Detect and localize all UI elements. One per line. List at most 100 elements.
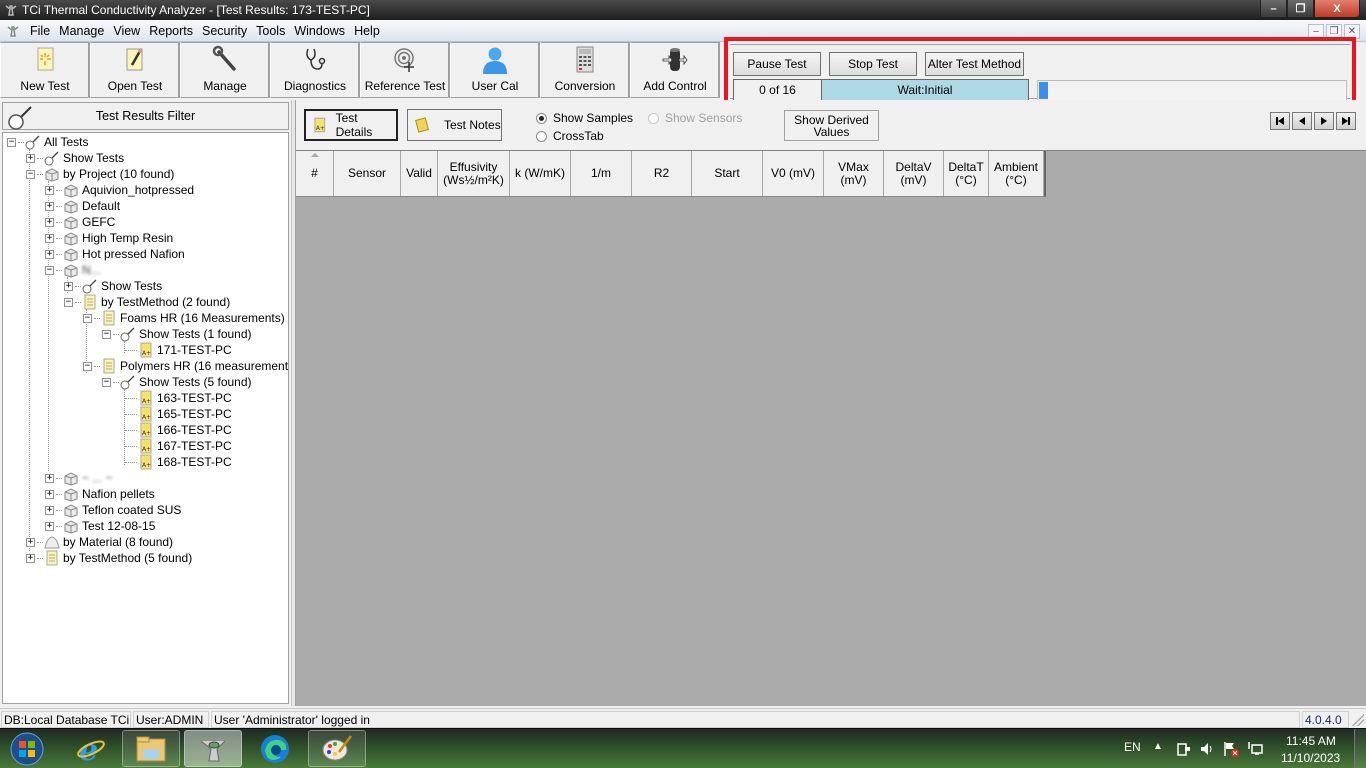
tree-node-show-tests[interactable]: + Show Tests <box>64 278 162 294</box>
tree-node-test[interactable]: A+ 165-TEST-PC <box>125 406 232 422</box>
menu-windows[interactable]: Windows <box>292 24 352 38</box>
tree-node-project-expanded[interactable]: − N... <box>45 262 101 278</box>
maximize-button[interactable]: ❐ <box>1287 0 1314 18</box>
tree-node-project[interactable]: + Default <box>45 198 120 214</box>
tree-node-project[interactable]: + Teflon coated SUS <box>45 502 181 518</box>
test-details-button[interactable]: A+ Test Details <box>304 109 398 141</box>
tree-node-by-material[interactable]: + by Material (8 found) <box>26 534 173 550</box>
tree-node-show-tests[interactable]: − Show Tests (1 found) <box>102 326 252 342</box>
show-derived-values-button[interactable]: Show Derived Values <box>784 110 879 141</box>
expand-icon[interactable]: + <box>45 489 54 499</box>
volume-icon[interactable] <box>1199 741 1215 757</box>
taskbar-file-explorer[interactable] <box>122 730 180 767</box>
column-header-ambient[interactable]: Ambient (°C) <box>989 151 1044 196</box>
tree-node-show-tests[interactable]: − Show Tests (5 found) <box>102 374 252 390</box>
expand-icon[interactable]: + <box>45 505 54 515</box>
expand-icon[interactable]: + <box>45 249 54 259</box>
language-indicator[interactable]: EN <box>1124 740 1141 754</box>
column-header-deltav[interactable]: DeltaV (mV) <box>884 151 944 196</box>
show-desktop-button[interactable] <box>1354 729 1366 768</box>
column-header-effusivity[interactable]: Effusivity (Ws½/m²K) <box>438 151 510 196</box>
column-header-k[interactable]: k (W/mK) <box>510 151 571 196</box>
first-record-button[interactable] <box>1270 112 1290 130</box>
tree-node-project[interactable]: + High Temp Resin <box>45 230 173 246</box>
show-hidden-icons-button[interactable]: ▲ <box>1153 741 1163 752</box>
tree-node-by-testmethod[interactable]: − by TestMethod (2 found) <box>64 294 230 310</box>
manage-button[interactable]: Manage <box>180 42 270 98</box>
column-header-start[interactable]: Start <box>692 151 763 196</box>
clock-time[interactable]: 11:45 AM <box>1286 734 1336 748</box>
collapse-icon[interactable]: − <box>83 361 92 371</box>
previous-record-button[interactable] <box>1292 112 1312 130</box>
expand-icon[interactable]: + <box>45 185 54 195</box>
collapse-icon[interactable]: − <box>102 329 111 339</box>
tree-node-test[interactable]: A+ 166-TEST-PC <box>125 422 232 438</box>
tree-node-by-project[interactable]: − by Project (10 found) <box>26 166 174 182</box>
start-button[interactable] <box>2 730 52 767</box>
add-control-button[interactable]: Add Control <box>630 42 720 98</box>
results-tree[interactable]: − All Tests + Show Tests − by Project (1… <box>2 132 289 704</box>
column-header-v0[interactable]: V0 (mV) <box>763 151 824 196</box>
expand-icon[interactable]: + <box>26 153 35 163</box>
alter-test-method-button[interactable]: Alter Test Method <box>925 52 1024 76</box>
column-header-vmax[interactable]: VMax (mV) <box>824 151 884 196</box>
next-record-button[interactable] <box>1314 112 1334 130</box>
menu-view[interactable]: View <box>111 24 147 38</box>
reference-test-button[interactable]: Reference Test <box>360 42 450 98</box>
collapse-icon[interactable]: − <box>64 297 73 307</box>
tree-node-method[interactable]: − Foams HR (16 Measurements) <box>83 310 285 326</box>
resize-grip[interactable] <box>1352 714 1364 726</box>
menu-file[interactable]: File <box>28 24 57 38</box>
close-button[interactable]: X <box>1314 0 1360 18</box>
column-header-valid[interactable]: Valid <box>401 151 438 196</box>
tree-node-by-testmethod[interactable]: + by TestMethod (5 found) <box>26 550 192 566</box>
stop-test-button[interactable]: Stop Test <box>829 52 917 76</box>
results-grid[interactable]: # Sensor Valid Effusivity (Ws½/m²K) k (W/… <box>296 150 1366 706</box>
tree-node-project[interactable]: + Test 12-08-15 <box>45 518 155 534</box>
expand-icon[interactable]: + <box>64 281 73 291</box>
tree-node-all-tests[interactable]: − All Tests <box>7 134 88 150</box>
menu-manage[interactable]: Manage <box>57 24 111 38</box>
collapse-icon[interactable]: − <box>26 169 35 179</box>
open-test-button[interactable]: Open Test <box>90 42 180 98</box>
diagnostics-button[interactable]: Diagnostics <box>270 42 360 98</box>
user-cal-button[interactable]: User Cal <box>450 42 540 98</box>
collapse-icon[interactable]: − <box>45 265 54 275</box>
pause-test-button[interactable]: Pause Test <box>733 52 821 76</box>
last-record-button[interactable] <box>1336 112 1356 130</box>
tree-node-project[interactable]: + Nafion pellets <box>45 486 155 502</box>
expand-icon[interactable]: + <box>26 553 35 563</box>
menu-help[interactable]: Help <box>352 24 387 38</box>
network-icon[interactable] <box>1246 740 1264 758</box>
tree-node-project[interactable]: + Hot pressed Nafion <box>45 246 185 262</box>
collapse-icon[interactable]: − <box>102 377 111 387</box>
show-samples-radio[interactable]: Show Samples <box>536 111 633 125</box>
expand-icon[interactable]: + <box>45 217 54 227</box>
taskbar-paint[interactable] <box>308 730 366 767</box>
menu-reports[interactable]: Reports <box>147 24 200 38</box>
taskbar-internet-explorer[interactable]: e <box>62 730 120 767</box>
menu-security[interactable]: Security <box>200 24 254 38</box>
tree-node-test[interactable]: A+ 167-TEST-PC <box>125 438 232 454</box>
conversion-button[interactable]: Conversion <box>540 42 630 98</box>
column-header-deltat[interactable]: DeltaT (°C) <box>944 151 989 196</box>
tree-node-test[interactable]: A+ 168-TEST-PC <box>125 454 232 470</box>
expand-icon[interactable]: + <box>45 521 54 531</box>
tree-node-project[interactable]: + Aquivion_hotpressed <box>45 182 194 198</box>
app-menu-icon[interactable] <box>6 24 20 38</box>
tree-node-test[interactable]: A+ 171-TEST-PC <box>125 342 232 358</box>
column-header-r2[interactable]: R2 <box>632 151 692 196</box>
expand-icon[interactable]: + <box>45 473 54 483</box>
column-header-sensor[interactable]: Sensor <box>334 151 401 196</box>
clock-date[interactable]: 11/10/2023 <box>1281 751 1340 765</box>
test-results-filter-button[interactable]: Test Results Filter <box>2 102 289 130</box>
expand-icon[interactable]: + <box>45 233 54 243</box>
tree-node-method[interactable]: − Polymers HR (16 measurements) <box>83 358 288 374</box>
column-header-1m[interactable]: 1/m <box>571 151 632 196</box>
tree-node-test[interactable]: A+ 163-TEST-PC <box>125 390 232 406</box>
collapse-icon[interactable]: − <box>7 137 16 147</box>
power-icon[interactable] <box>1175 741 1191 757</box>
tree-node-project[interactable]: + GEFC <box>45 214 115 230</box>
action-center-flag-icon[interactable] <box>1222 740 1240 758</box>
crosstab-radio[interactable]: CrossTab <box>536 129 604 143</box>
